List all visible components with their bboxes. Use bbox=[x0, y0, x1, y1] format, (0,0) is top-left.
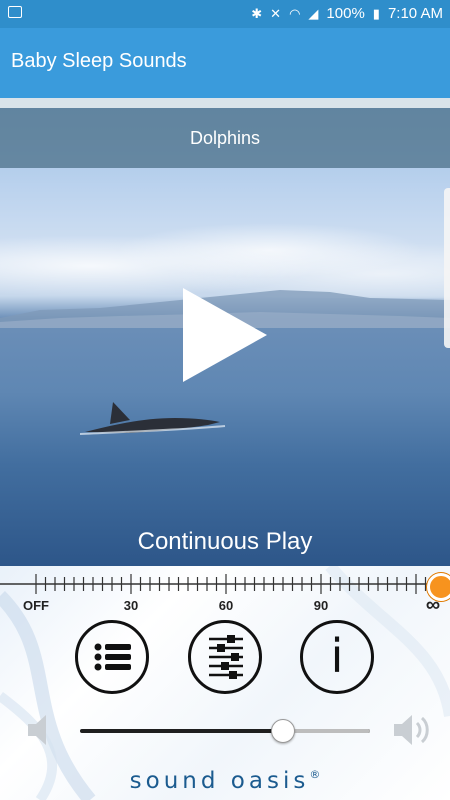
volume-slider-track[interactable] bbox=[80, 729, 370, 733]
sound-name: Dolphins bbox=[189, 128, 261, 148]
timer-label-60: 60 bbox=[218, 598, 234, 613]
sound-title-bar: Dolphins bbox=[0, 108, 450, 168]
drawer-handle[interactable] bbox=[444, 188, 450, 348]
info-button[interactable]: i bbox=[300, 620, 374, 694]
battery-icon: ▮ bbox=[372, 5, 380, 21]
volume-low-icon[interactable] bbox=[26, 712, 54, 748]
status-bar: ✱ ✕ ◠ ◢ 100% ▮ 7:10 AM bbox=[0, 0, 450, 28]
status-time: 7:10 AM bbox=[387, 5, 443, 22]
play-icon[interactable] bbox=[183, 288, 267, 382]
mute-icon: ✕ bbox=[270, 5, 282, 21]
timer-ruler[interactable] bbox=[0, 566, 450, 626]
timer-slider-thumb[interactable] bbox=[427, 573, 450, 601]
timer-mode-label: Continuous Play bbox=[137, 528, 313, 555]
mixer-icon bbox=[209, 635, 243, 679]
list-icon bbox=[94, 643, 131, 671]
timer-label-90: 90 bbox=[313, 598, 329, 613]
brand-text: sound oasis bbox=[129, 768, 310, 794]
sound-scene[interactable]: Dolphins Continuous Play bbox=[0, 108, 450, 566]
brand-reg: ® bbox=[309, 768, 321, 781]
app-title: Baby Sleep Sounds bbox=[11, 50, 187, 72]
signal-icon: ◢ bbox=[308, 5, 319, 21]
header-divider bbox=[0, 98, 450, 108]
volume-slider-thumb[interactable] bbox=[271, 719, 295, 743]
volume-high-icon[interactable] bbox=[392, 712, 434, 748]
timer-label-off: OFF bbox=[23, 598, 49, 613]
notification-icon bbox=[8, 6, 22, 18]
dolphin-image bbox=[80, 402, 226, 435]
mixer-button[interactable] bbox=[188, 620, 262, 694]
wifi-icon: ◠ bbox=[289, 5, 301, 21]
app-bar: Baby Sleep Sounds bbox=[0, 28, 450, 98]
bluetooth-icon: ✱ bbox=[251, 5, 263, 21]
battery-text: 100% bbox=[326, 5, 365, 22]
sound-list-button[interactable] bbox=[75, 620, 149, 694]
brand-logo: sound oasis® bbox=[0, 768, 450, 794]
control-panel: OFF 30 60 90 ∞ i sound oasis® bbox=[0, 566, 450, 800]
timer-label-30: 30 bbox=[123, 598, 139, 613]
clouds-decoration bbox=[0, 218, 450, 298]
info-icon: i bbox=[330, 629, 344, 683]
